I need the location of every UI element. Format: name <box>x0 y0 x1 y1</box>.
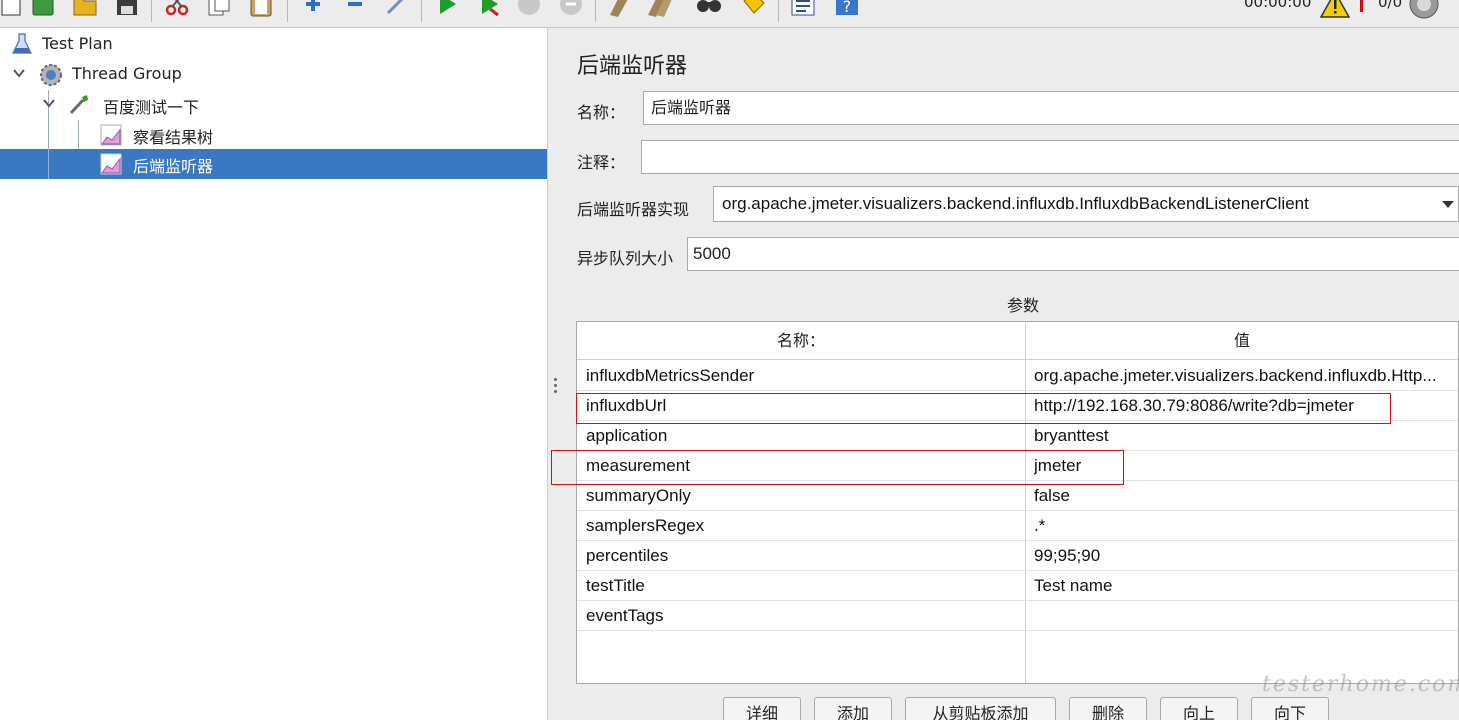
table-row[interactable]: eventTags <box>577 601 1458 631</box>
name-label: 名称： <box>577 103 626 122</box>
svg-text:?: ? <box>843 0 852 16</box>
start-icon[interactable] <box>434 0 460 17</box>
tree-item-label: 后端监听器 <box>133 157 214 176</box>
table-row[interactable]: summaryOnly false <box>577 481 1458 511</box>
clear-icon[interactable] <box>606 0 632 17</box>
shutdown-icon[interactable] <box>558 0 584 17</box>
comment-field[interactable] <box>641 140 1459 174</box>
error-indicator <box>1360 0 1363 12</box>
split-pane-divider[interactable] <box>547 28 563 720</box>
tree-item-view-results-tree[interactable]: 察看结果树 <box>0 120 547 150</box>
tree-item-label: Thread Group <box>72 64 182 83</box>
flask-icon <box>12 33 32 54</box>
paste-icon[interactable] <box>248 0 274 17</box>
listener-graph-icon <box>100 124 122 146</box>
param-name[interactable]: summaryOnly <box>586 481 1016 511</box>
help-icon[interactable]: ? <box>834 0 860 17</box>
delete-button[interactable]: 删除 <box>1069 697 1147 720</box>
save-icon[interactable] <box>114 0 140 17</box>
listener-graph-icon <box>100 153 122 175</box>
move-down-button[interactable]: 向下 <box>1251 697 1329 720</box>
start-no-pause-icon[interactable] <box>476 0 502 17</box>
queue-size-label: 异步队列大小 <box>577 249 674 268</box>
tree-item-backend-listener[interactable]: 后端监听器 <box>0 149 547 179</box>
param-name[interactable]: application <box>586 421 1016 451</box>
name-field[interactable]: 后端监听器 <box>643 91 1459 125</box>
detail-button[interactable]: 详细 <box>723 697 801 720</box>
parameters-title: 参数 <box>1007 296 1040 315</box>
highlight-box-influxdb-url <box>576 393 1391 424</box>
implementation-select-value: org.apache.jmeter.visualizers.backend.in… <box>722 194 1309 213</box>
elapsed-time: 00:00:00 <box>1244 0 1312 11</box>
queue-size-field[interactable]: 5000 <box>687 237 1459 271</box>
tree-item-label: Test Plan <box>42 34 113 53</box>
param-name[interactable]: percentiles <box>586 541 1016 571</box>
parameters-table: 名称： 值 influxdbMetricsSender org.apache.j… <box>576 321 1459 684</box>
param-name[interactable]: eventTags <box>586 601 1016 631</box>
copy-icon[interactable] <box>206 0 232 17</box>
tree-item-test-plan[interactable]: Test Plan <box>0 30 547 60</box>
gear-icon <box>40 64 62 86</box>
param-name[interactable]: testTitle <box>586 571 1016 601</box>
thread-count: 0/0 <box>1378 0 1403 11</box>
templates-icon[interactable] <box>30 0 56 17</box>
toolbar: ? 00:00:00 0/0 <box>0 0 1459 28</box>
param-value[interactable]: bryanttest <box>1034 421 1458 451</box>
param-value[interactable]: false <box>1034 481 1458 511</box>
param-value[interactable]: Test name <box>1034 571 1458 601</box>
param-name[interactable]: samplersRegex <box>586 511 1016 541</box>
reset-search-icon[interactable] <box>740 0 766 17</box>
table-row[interactable]: application bryanttest <box>577 421 1458 451</box>
table-row[interactable]: influxdbMetricsSender org.apache.jmeter.… <box>577 361 1458 391</box>
implementation-label: 后端监听器实现 <box>577 200 690 219</box>
chevron-down-icon[interactable] <box>43 97 55 109</box>
param-value[interactable] <box>1034 601 1458 631</box>
highlight-box-measurement <box>551 450 1124 485</box>
param-value[interactable]: 99;95;90 <box>1034 541 1458 571</box>
expand-icon[interactable] <box>300 0 326 17</box>
open-icon[interactable] <box>72 0 98 17</box>
param-name[interactable]: influxdbMetricsSender <box>586 361 1016 391</box>
watermark: testerhome.com <box>1262 672 1459 697</box>
collapse-icon[interactable] <box>342 0 368 17</box>
page-title: 后端监听器 <box>577 54 688 79</box>
test-plan-tree: Test Plan Thread Group 百度测试一下 察看结果树 后端监听… <box>0 28 547 720</box>
search-icon[interactable] <box>696 0 722 17</box>
tree-item-http-sampler[interactable]: 百度测试一下 <box>0 90 547 120</box>
add-button[interactable]: 添加 <box>814 697 892 720</box>
table-row[interactable]: percentiles 99;95;90 <box>577 541 1458 571</box>
add-from-clipboard-button[interactable]: 从剪贴板添加 <box>905 697 1056 720</box>
tree-item-label: 察看结果树 <box>133 128 214 147</box>
backend-listener-panel: 后端监听器 名称： 后端监听器 注释： 后端监听器实现 org.apache.j… <box>563 28 1459 720</box>
table-row[interactable]: samplersRegex .* <box>577 511 1458 541</box>
tree-item-thread-group[interactable]: Thread Group <box>0 60 547 90</box>
toggle-icon[interactable] <box>384 0 410 17</box>
warning-icon[interactable] <box>1320 0 1350 18</box>
column-header-value[interactable]: 值 <box>1026 322 1458 360</box>
tree-item-label: 百度测试一下 <box>103 98 200 117</box>
stop-icon[interactable] <box>516 0 542 17</box>
param-value[interactable]: .* <box>1034 511 1458 541</box>
sampler-pipette-icon <box>69 95 88 115</box>
new-icon[interactable] <box>0 0 26 17</box>
remote-icon[interactable] <box>1408 0 1440 19</box>
move-up-button[interactable]: 向上 <box>1160 697 1238 720</box>
chevron-down-icon[interactable] <box>13 67 25 79</box>
comment-label: 注释： <box>577 153 626 172</box>
param-value[interactable]: org.apache.jmeter.visualizers.backend.in… <box>1034 361 1458 391</box>
function-helper-icon[interactable] <box>790 0 816 17</box>
clear-all-icon[interactable] <box>646 0 672 17</box>
chevron-down-icon[interactable] <box>1442 201 1454 208</box>
implementation-select[interactable]: org.apache.jmeter.visualizers.backend.in… <box>713 186 1459 222</box>
table-row[interactable]: testTitle Test name <box>577 571 1458 601</box>
cut-icon[interactable] <box>164 0 190 17</box>
column-header-name[interactable]: 名称： <box>577 322 1025 360</box>
